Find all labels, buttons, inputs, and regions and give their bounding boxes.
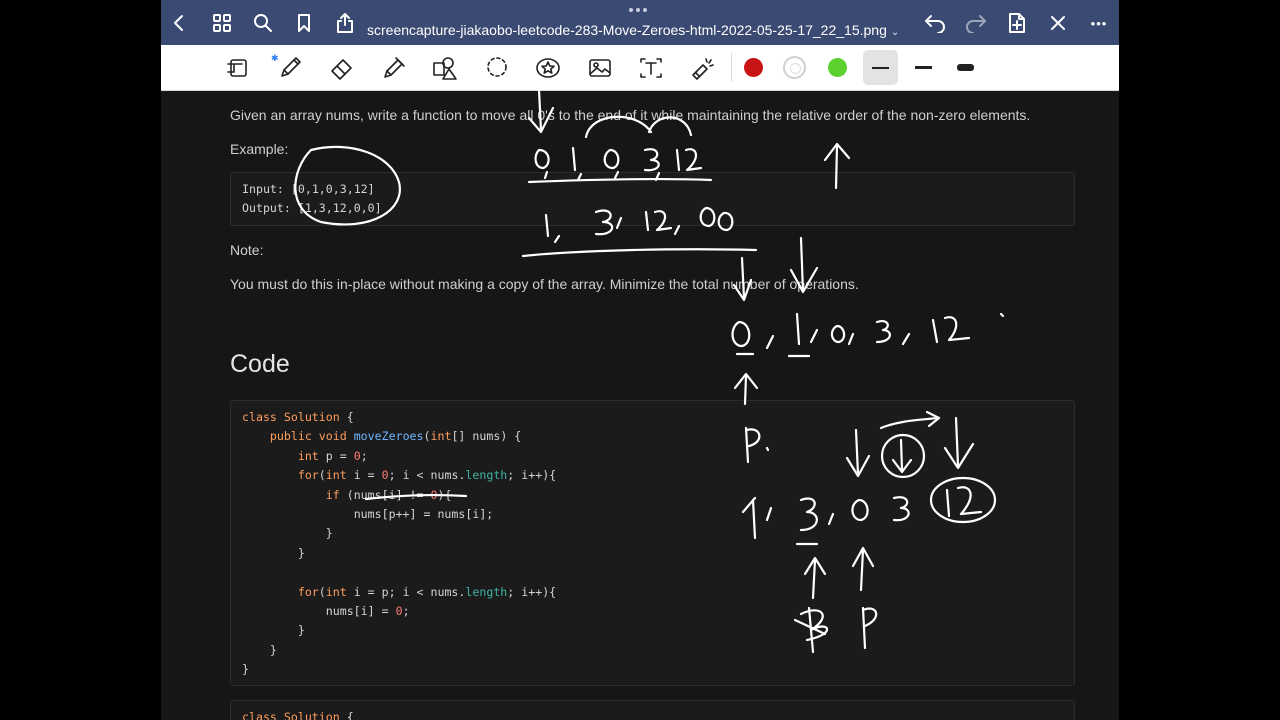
code-line: } — [269, 642, 277, 657]
example-label: Example: — [230, 141, 289, 157]
code-line: } — [242, 662, 249, 677]
solution-code-block: class Solution { public void moveZeroes(… — [230, 400, 1075, 686]
annotation-toolbar: ✱ — [161, 45, 1119, 91]
code-line: public void moveZeroes(int[] nums) { — [269, 429, 522, 444]
code-line: } — [297, 623, 305, 638]
example-input-label: Input: — [242, 182, 284, 196]
top-navigation-bar: screencapture-jiakaobo-leetcode-283-Move… — [161, 0, 1119, 45]
problem-description: Given an array nums, write a function to… — [230, 107, 1031, 123]
grid-icon[interactable] — [208, 9, 236, 37]
back-chevron-icon[interactable] — [165, 9, 193, 37]
code-line: for(int i = p; i < nums.length; i++){ — [297, 584, 557, 599]
add-page-icon[interactable] — [1003, 9, 1031, 37]
highlighter-tool-icon[interactable] — [378, 52, 410, 84]
document-title[interactable]: screencapture-jiakaobo-leetcode-283-Move… — [367, 22, 899, 38]
code-line: nums[p++] = nums[i]; — [353, 507, 494, 521]
lasso-tool-icon[interactable] — [481, 52, 513, 84]
bookmark-icon[interactable] — [290, 9, 318, 37]
toolbar-divider — [731, 53, 732, 82]
note-text: You must do this in-place without making… — [230, 276, 859, 292]
redo-icon[interactable] — [962, 9, 990, 37]
color-swatch-white[interactable] — [783, 56, 806, 79]
code-line: nums[i] = 0; — [325, 604, 410, 618]
app-window: screencapture-jiakaobo-leetcode-283-Move… — [161, 0, 1119, 720]
chevron-down-icon: ⌄ — [890, 27, 900, 38]
multitasking-grabber[interactable] — [629, 8, 651, 14]
pen-tool-icon[interactable] — [274, 52, 306, 84]
example-code-block: Input: [0,1,0,3,12] Output: [1,3,12,0,0] — [230, 172, 1075, 226]
code-line: int p = 0; — [297, 448, 368, 463]
text-tool-icon[interactable] — [635, 52, 667, 84]
next-code-block: class Solution { — [230, 700, 1075, 720]
code-heading: Code — [230, 350, 290, 378]
stroke-thick-button[interactable] — [948, 50, 983, 85]
sticker-tool-icon[interactable] — [532, 52, 564, 84]
stroke-thin-button[interactable] — [863, 50, 898, 85]
code-line: } — [325, 526, 333, 541]
stroke-medium-button[interactable] — [906, 50, 941, 85]
undo-icon[interactable] — [921, 9, 949, 37]
image-tool-icon[interactable] — [584, 52, 616, 84]
read-mode-icon[interactable] — [222, 52, 254, 84]
color-swatch-red[interactable] — [744, 58, 763, 77]
laser-pointer-icon[interactable] — [687, 52, 719, 84]
code-line: } — [297, 545, 305, 560]
code-line: class Solution { — [242, 710, 354, 720]
document-page[interactable]: Given an array nums, write a function to… — [161, 90, 1119, 720]
close-icon[interactable] — [1044, 9, 1072, 37]
note-label: Note: — [230, 242, 264, 258]
document-filename: screencapture-jiakaobo-leetcode-283-Move… — [367, 22, 887, 38]
color-swatch-green[interactable] — [828, 58, 847, 77]
more-options-icon[interactable]: ••• — [1085, 9, 1113, 37]
example-output-label: Output: — [242, 201, 291, 215]
share-icon[interactable] — [331, 9, 359, 37]
search-icon[interactable] — [249, 9, 277, 37]
example-input-value: [0,1,0,3,12] — [290, 182, 375, 196]
example-output-value: [1,3,12,0,0] — [297, 201, 382, 215]
code-line: class Solution { — [242, 410, 354, 424]
shapes-tool-icon[interactable] — [429, 52, 461, 84]
code-line: if (nums[i] != 0){ — [325, 487, 452, 502]
code-line: for(int i = 0; i < nums.length; i++){ — [297, 468, 557, 483]
eraser-tool-icon[interactable] — [326, 52, 358, 84]
